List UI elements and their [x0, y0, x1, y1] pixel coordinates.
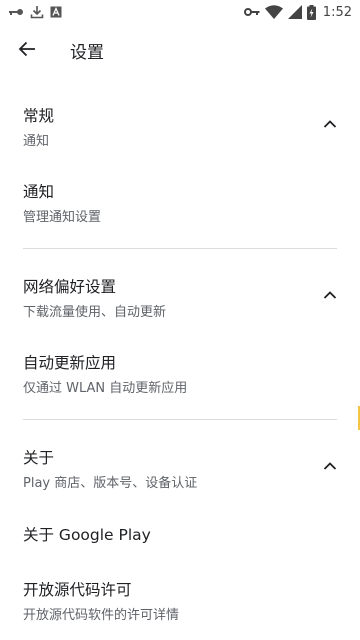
item-summary: 管理通知设置 [23, 210, 102, 225]
section-header-summary: Play 商店、版本号、设备认证 [23, 476, 198, 491]
settings-item-open-source-licenses[interactable]: 开放源代码许可 开放源代码软件的许可详情 [0, 570, 360, 630]
item-title: 关于 Google Play [23, 526, 151, 544]
status-bar-notifications [8, 4, 62, 20]
section-header-network-preferences[interactable]: 网络偏好设置 下载流量使用、自动更新 [0, 267, 360, 323]
settings-item-auto-update-apps[interactable]: 自动更新应用 仅通过 WLAN 自动更新应用 [0, 343, 360, 403]
status-time: 1:52 [322, 4, 352, 20]
item-summary: 仅通过 WLAN 自动更新应用 [23, 381, 188, 396]
app-bar: 设置 [0, 24, 360, 76]
divider [23, 248, 337, 249]
back-button[interactable] [12, 36, 42, 66]
page-title: 设置 [70, 43, 104, 63]
chevron-up-icon[interactable] [322, 287, 338, 303]
section-header-summary: 通知 [23, 134, 50, 149]
section-header-title: 常规 [23, 107, 55, 125]
settings-item-about-google-play[interactable]: 关于 Google Play [0, 512, 360, 556]
app-notification-icon [50, 6, 62, 18]
battery-charging-icon [306, 4, 316, 20]
status-bar-system: 1:52 [243, 3, 352, 21]
arrow-back-icon [18, 40, 36, 62]
divider [23, 419, 337, 420]
cell-signal-icon [287, 5, 302, 19]
wifi-icon [264, 5, 283, 19]
download-icon [30, 5, 44, 19]
section-header-general[interactable]: 常规 通知 [0, 96, 360, 152]
key-icon [8, 7, 24, 17]
item-title: 开放源代码许可 [23, 581, 132, 599]
section-header-title: 关于 [23, 449, 55, 467]
status-bar: 1:52 [0, 0, 360, 24]
section-header-title: 网络偏好设置 [23, 278, 117, 296]
item-summary: 开放源代码软件的许可详情 [23, 608, 180, 623]
settings-screen: 1:52 设置 常规 通知 通知 管理通知设置 网络偏好设置 下载流量使用、自动… [0, 0, 360, 640]
chevron-up-icon[interactable] [322, 458, 338, 474]
settings-item-notifications[interactable]: 通知 管理通知设置 [0, 172, 360, 232]
item-title: 通知 [23, 183, 55, 201]
vpn-key-icon [243, 7, 260, 17]
item-title: 自动更新应用 [23, 354, 117, 372]
section-header-summary: 下载流量使用、自动更新 [23, 305, 167, 320]
chevron-up-icon[interactable] [322, 116, 338, 132]
section-header-about[interactable]: 关于 Play 商店、版本号、设备认证 [0, 438, 360, 494]
